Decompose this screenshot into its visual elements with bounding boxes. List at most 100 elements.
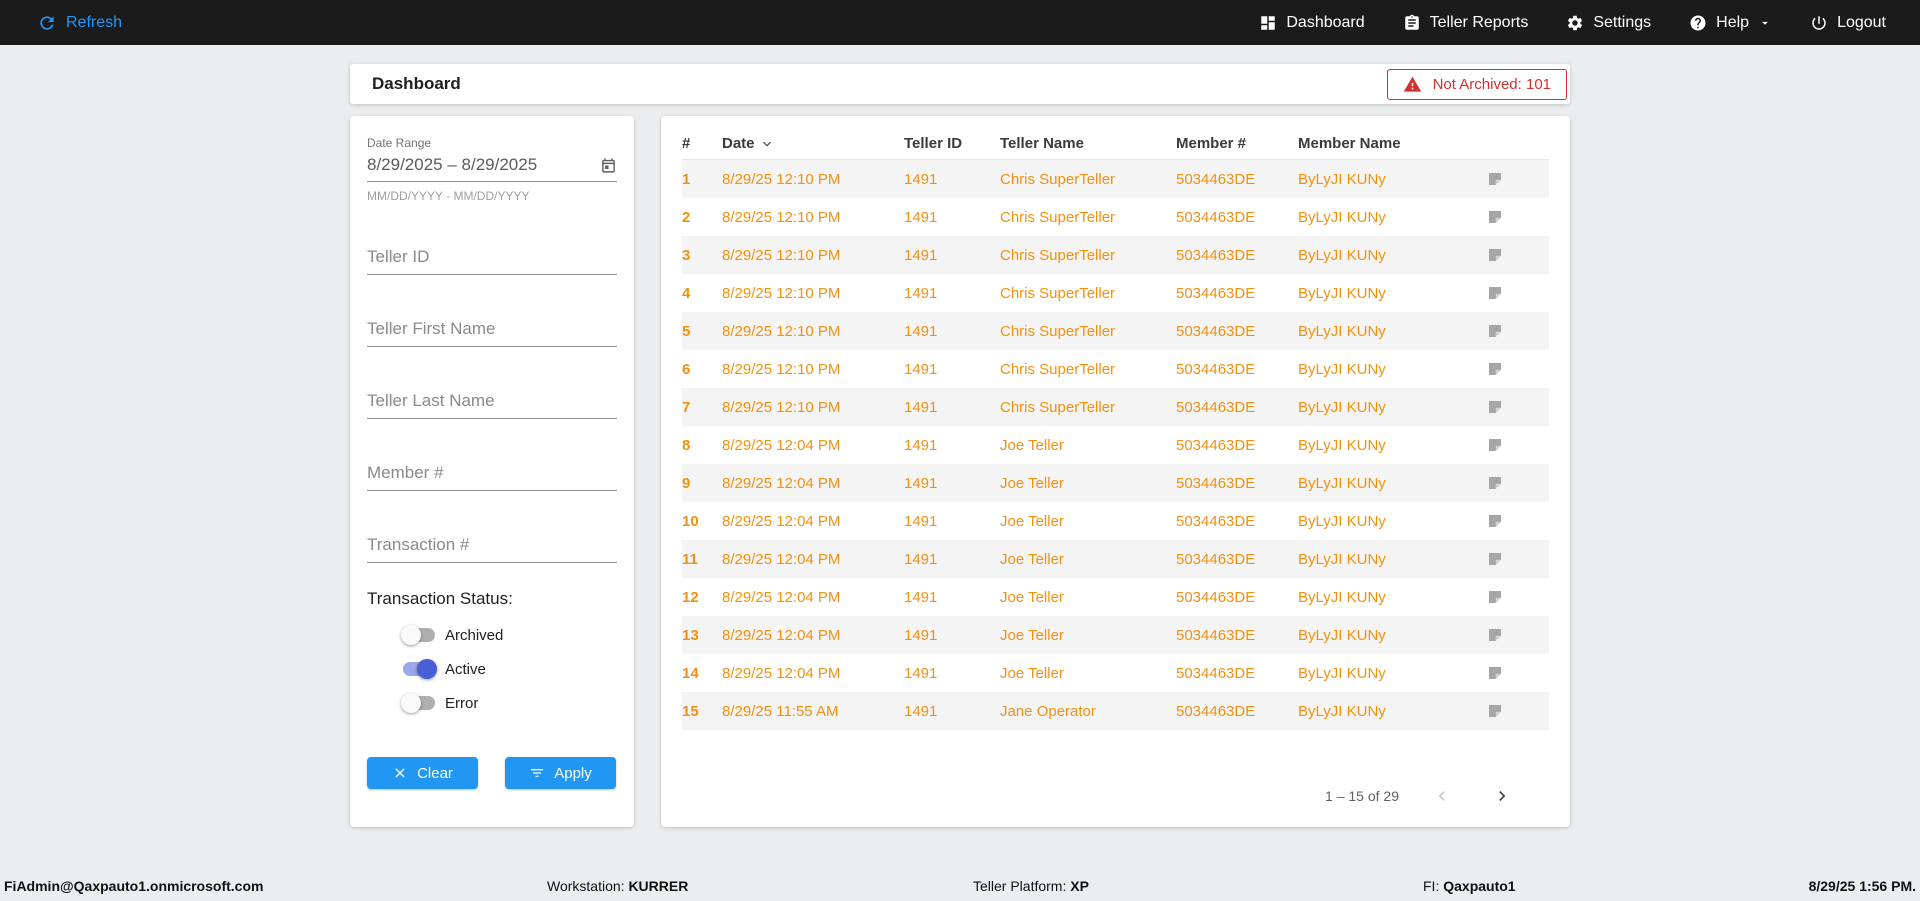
teller-first-name-input[interactable] bbox=[367, 315, 617, 347]
calendar-icon[interactable] bbox=[600, 157, 617, 174]
row-number: 11 bbox=[682, 550, 698, 568]
row-actions bbox=[1468, 664, 1549, 682]
table-row[interactable]: 10 8/29/25 12:04 PM 1491 Joe Teller 5034… bbox=[682, 502, 1549, 540]
clear-button[interactable]: Clear bbox=[367, 757, 478, 789]
main-content: Dashboard Not Archived: 101 Date Range 8… bbox=[350, 64, 1570, 827]
table-row[interactable]: 3 8/29/25 12:10 PM 1491 Chris SuperTelle… bbox=[682, 236, 1549, 274]
row-date: 8/29/25 11:55 AM bbox=[722, 702, 839, 720]
nav-dashboard[interactable]: Dashboard bbox=[1259, 14, 1365, 32]
row-actions bbox=[1468, 626, 1549, 644]
not-archived-badge[interactable]: Not Archived: 101 bbox=[1386, 68, 1567, 100]
table-body: 1 8/29/25 12:10 PM 1491 Chris SuperTelle… bbox=[682, 160, 1549, 730]
note-icon[interactable] bbox=[1486, 588, 1504, 606]
row-member-number: 5034463DE bbox=[1176, 474, 1256, 492]
table-row[interactable]: 9 8/29/25 12:04 PM 1491 Joe Teller 50344… bbox=[682, 464, 1549, 502]
apply-button-label: Apply bbox=[554, 764, 592, 782]
row-teller-id: 1491 bbox=[904, 474, 938, 492]
nav-help[interactable]: Help bbox=[1689, 14, 1772, 32]
row-number: 10 bbox=[682, 512, 699, 530]
note-icon[interactable] bbox=[1486, 702, 1504, 720]
note-icon[interactable] bbox=[1486, 360, 1504, 378]
apply-button[interactable]: Apply bbox=[505, 757, 616, 789]
row-number: 9 bbox=[682, 474, 691, 492]
table-row[interactable]: 15 8/29/25 11:55 AM 1491 Jane Operator 5… bbox=[682, 692, 1549, 730]
pagination: 1 – 15 of 29 bbox=[682, 779, 1549, 813]
row-date: 8/29/25 12:10 PM bbox=[722, 246, 841, 264]
footer-teller-platform: Teller Platform: XP bbox=[973, 878, 1089, 894]
row-teller-name: Joe Teller bbox=[1000, 474, 1064, 492]
status-toggle-error[interactable] bbox=[401, 693, 437, 713]
settings-icon bbox=[1568, 15, 1583, 30]
footer-timestamp: 8/29/25 1:56 PM. bbox=[1808, 878, 1916, 894]
note-icon[interactable] bbox=[1486, 436, 1504, 454]
note-icon[interactable] bbox=[1486, 246, 1504, 264]
row-teller-id: 1491 bbox=[904, 208, 938, 226]
row-teller-name: Joe Teller bbox=[1000, 550, 1064, 568]
table-row[interactable]: 7 8/29/25 12:10 PM 1491 Chris SuperTelle… bbox=[682, 388, 1549, 426]
teller-last-name-input[interactable] bbox=[367, 387, 617, 419]
note-icon[interactable] bbox=[1486, 398, 1504, 416]
nav-settings[interactable]: Settings bbox=[1566, 14, 1651, 32]
row-member-number: 5034463DE bbox=[1176, 322, 1256, 340]
next-page-button[interactable] bbox=[1485, 779, 1519, 813]
table-row[interactable]: 6 8/29/25 12:10 PM 1491 Chris SuperTelle… bbox=[682, 350, 1549, 388]
col-teller-id: Teller ID bbox=[904, 135, 963, 152]
note-icon[interactable] bbox=[1486, 208, 1504, 226]
row-teller-id: 1491 bbox=[904, 170, 938, 188]
col-teller-name: Teller Name bbox=[1000, 135, 1084, 152]
col-date[interactable]: Date bbox=[722, 135, 904, 152]
col-member-number: Member # bbox=[1176, 135, 1247, 152]
row-number: 5 bbox=[682, 322, 691, 340]
note-icon[interactable] bbox=[1486, 474, 1504, 492]
table-row[interactable]: 5 8/29/25 12:10 PM 1491 Chris SuperTelle… bbox=[682, 312, 1549, 350]
table-row[interactable]: 12 8/29/25 12:04 PM 1491 Joe Teller 5034… bbox=[682, 578, 1549, 616]
row-teller-id: 1491 bbox=[904, 550, 938, 568]
teller-id-input[interactable] bbox=[367, 243, 617, 275]
table-row[interactable]: 11 8/29/25 12:04 PM 1491 Joe Teller 5034… bbox=[682, 540, 1549, 578]
row-number: 15 bbox=[682, 702, 699, 720]
transaction-number-input[interactable] bbox=[367, 531, 617, 563]
note-icon[interactable] bbox=[1486, 512, 1504, 530]
row-teller-id: 1491 bbox=[904, 398, 938, 416]
table-row[interactable]: 13 8/29/25 12:04 PM 1491 Joe Teller 5034… bbox=[682, 616, 1549, 654]
row-date: 8/29/25 12:10 PM bbox=[722, 398, 841, 416]
nav-logout[interactable]: Logout bbox=[1810, 14, 1886, 32]
row-member-name: ByLyJI KUNy bbox=[1298, 170, 1386, 188]
member-number-input[interactable] bbox=[367, 459, 617, 491]
note-icon[interactable] bbox=[1486, 664, 1504, 682]
chevron-down-icon bbox=[1762, 21, 1768, 25]
table-row[interactable]: 2 8/29/25 12:10 PM 1491 Chris SuperTelle… bbox=[682, 198, 1549, 236]
table-row[interactable]: 14 8/29/25 12:04 PM 1491 Joe Teller 5034… bbox=[682, 654, 1549, 692]
row-member-name: ByLyJI KUNy bbox=[1298, 360, 1386, 378]
table-row[interactable]: 8 8/29/25 12:04 PM 1491 Joe Teller 50344… bbox=[682, 426, 1549, 464]
row-teller-name: Chris SuperTeller bbox=[1000, 322, 1116, 340]
status-toggle-row: Error bbox=[367, 693, 617, 713]
row-teller-id: 1491 bbox=[904, 626, 938, 644]
note-icon[interactable] bbox=[1486, 550, 1504, 568]
note-icon[interactable] bbox=[1486, 284, 1504, 302]
close-icon bbox=[395, 768, 405, 778]
row-actions bbox=[1468, 360, 1549, 378]
col-number: # bbox=[682, 135, 691, 152]
date-range-input[interactable]: 8/29/2025 – 8/29/2025 bbox=[367, 150, 617, 182]
status-toggle-label: Active bbox=[445, 660, 486, 678]
nav-logout-label: Logout bbox=[1837, 13, 1886, 31]
table-row[interactable]: 4 8/29/25 12:10 PM 1491 Chris SuperTelle… bbox=[682, 274, 1549, 312]
note-icon[interactable] bbox=[1486, 170, 1504, 188]
previous-page-button[interactable] bbox=[1425, 779, 1459, 813]
refresh-button[interactable]: Refresh bbox=[37, 13, 122, 33]
row-actions bbox=[1468, 170, 1549, 188]
note-icon[interactable] bbox=[1486, 626, 1504, 644]
note-icon[interactable] bbox=[1486, 322, 1504, 340]
row-member-name: ByLyJI KUNy bbox=[1298, 322, 1386, 340]
nav-teller-reports[interactable]: Teller Reports bbox=[1403, 14, 1528, 32]
row-member-name: ByLyJI KUNy bbox=[1298, 512, 1386, 530]
row-date: 8/29/25 12:04 PM bbox=[722, 512, 841, 530]
status-toggle-archived[interactable] bbox=[401, 625, 437, 645]
dashboard-icon bbox=[1261, 15, 1276, 30]
status-toggle-active[interactable] bbox=[401, 659, 437, 679]
row-number: 1 bbox=[682, 170, 691, 188]
table-row[interactable]: 1 8/29/25 12:10 PM 1491 Chris SuperTelle… bbox=[682, 160, 1549, 198]
topbar: Refresh Dashboard Teller Reports Setting… bbox=[0, 0, 1920, 45]
status-toggle-row: Archived bbox=[367, 625, 617, 645]
